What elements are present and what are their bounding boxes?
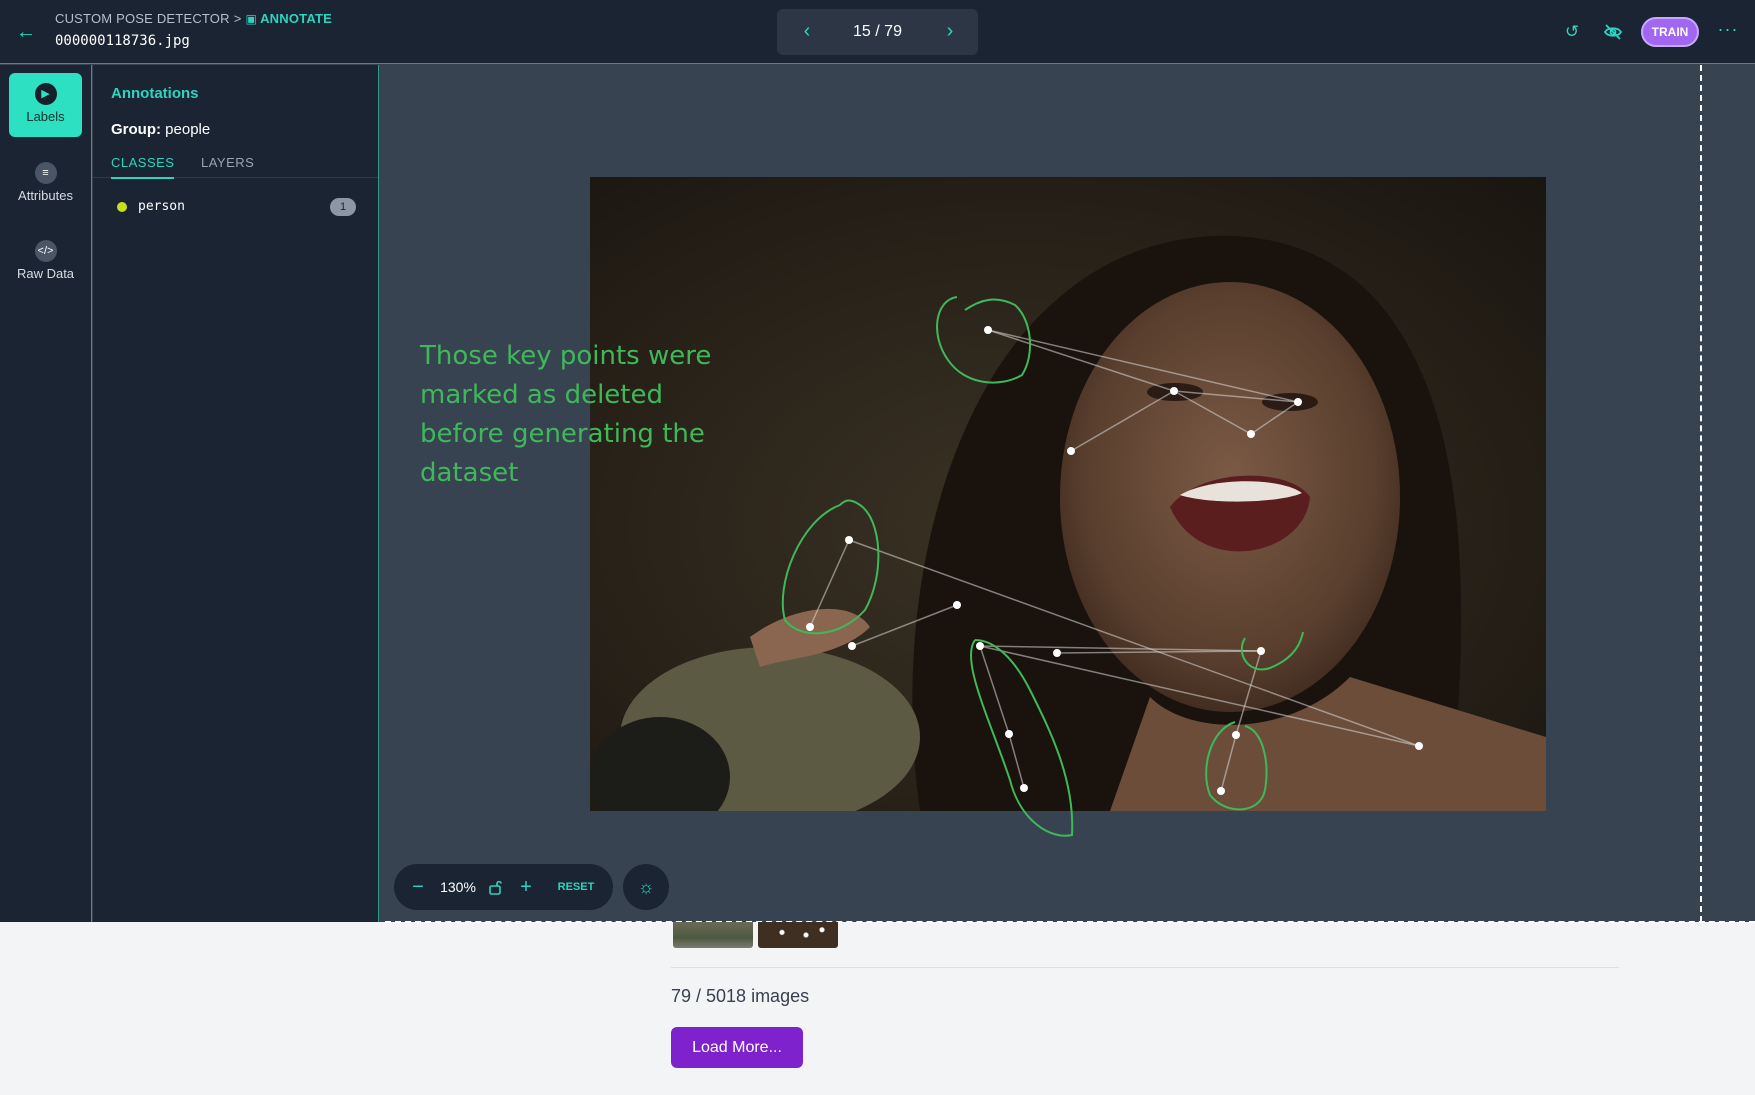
annotate-icon: ▣ — [245, 12, 258, 26]
file-name: 000000118736.jpg — [55, 33, 190, 49]
unlock-icon[interactable] — [486, 876, 506, 898]
annotated-image[interactable] — [590, 177, 1546, 811]
breadcrumb: CUSTOM POSE DETECTOR > ▣ ANNOTATE — [55, 11, 332, 26]
canvas-boundary-bottom — [385, 921, 1755, 923]
history-icon[interactable]: ↺ — [1559, 19, 1585, 45]
code-icon: </> — [34, 240, 57, 262]
list-icon: ≡ — [34, 162, 57, 184]
image-thumbnail[interactable] — [673, 922, 753, 948]
breadcrumb-project[interactable]: CUSTOM POSE DETECTOR — [55, 11, 230, 26]
canvas-boundary-right — [1700, 65, 1702, 922]
reset-zoom-button[interactable]: RESET — [554, 876, 598, 898]
image-pager: ‹ 15 / 79 › — [777, 9, 978, 55]
annotations-panel: Annotations Group: people CLASSES LAYERS… — [93, 65, 379, 922]
load-more-button[interactable]: Load More... — [671, 1027, 803, 1068]
zoom-level: 130% — [440, 879, 476, 895]
more-options-icon[interactable]: ··· — [1715, 18, 1741, 44]
zoom-in-icon[interactable]: + — [516, 876, 536, 898]
group-info: Group: people — [111, 121, 210, 138]
class-count-badge: 1 — [330, 198, 356, 216]
rail-item-raw-data[interactable]: </> Raw Data — [9, 230, 82, 294]
gallery-divider — [671, 967, 1619, 968]
zoom-controls: − 130% + RESET — [394, 864, 613, 910]
rail-item-attributes[interactable]: ≡ Attributes — [9, 152, 82, 216]
brightness-icon[interactable]: ☼ — [623, 864, 669, 910]
images-count: 79 / 5018 images — [671, 986, 810, 1006]
class-name: person — [138, 199, 185, 214]
train-button[interactable]: TRAIN — [1641, 17, 1699, 47]
breadcrumb-annotate: ANNOTATE — [260, 11, 332, 26]
rail-item-label: Attributes — [18, 188, 73, 203]
back-arrow-icon[interactable]: ← — [14, 20, 38, 44]
tab-layers[interactable]: LAYERS — [201, 155, 254, 177]
zoom-out-icon[interactable]: − — [408, 876, 428, 898]
photo-illustration — [590, 177, 1546, 811]
top-bar: ← CUSTOM POSE DETECTOR > ▣ ANNOTATE 0000001… — [0, 0, 1755, 64]
left-rail: ▶ Labels ≡ Attributes </> Raw Data — [0, 65, 92, 922]
tab-classes[interactable]: CLASSES — [111, 155, 175, 179]
panel-title: Annotations — [111, 85, 199, 102]
image-thumbnail[interactable] — [758, 922, 838, 948]
breadcrumb-separator: > — [233, 11, 242, 26]
eye-off-icon[interactable] — [1600, 19, 1626, 45]
class-row-person[interactable]: person 1 — [93, 193, 378, 221]
rail-item-labels[interactable]: ▶ Labels — [9, 73, 82, 137]
panel-tabs: CLASSES LAYERS — [93, 149, 378, 179]
rail-item-label: Labels — [26, 109, 65, 124]
group-value: people — [165, 121, 211, 138]
label-icon: ▶ — [34, 83, 57, 105]
group-label: Group: — [111, 121, 161, 138]
class-color-dot — [117, 202, 127, 212]
chevron-right-icon[interactable]: › — [938, 20, 962, 44]
rail-item-label: Raw Data — [16, 266, 75, 281]
handwritten-note: Those key points were marked as deleted … — [420, 341, 712, 488]
annotation-app: ← CUSTOM POSE DETECTOR > ▣ ANNOTATE 0000001… — [0, 0, 1755, 922]
